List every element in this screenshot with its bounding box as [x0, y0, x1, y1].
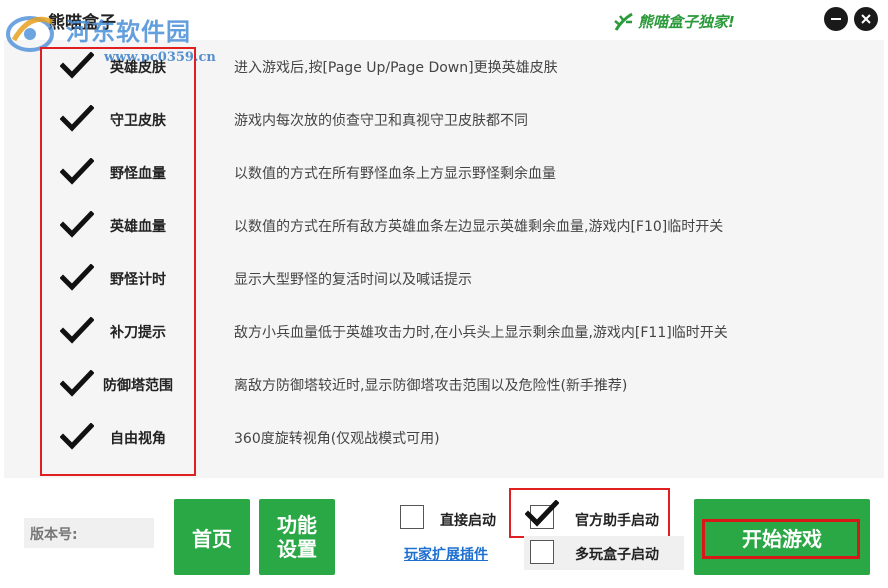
direct-launch-label: 直接启动	[440, 513, 496, 529]
watermark-site-name: 河东软件园	[66, 17, 191, 46]
bamboo-icon	[614, 12, 633, 31]
close-icon	[861, 14, 871, 24]
feature-description: 敌方小兵血量低于英雄攻击力时,在小兵头上显示剩余血量,游戏内[F11]临时开关	[234, 325, 728, 341]
feature-description: 以数值的方式在所有敌方英雄血条左边显示英雄剩余血量,游戏内[F10]临时开关	[234, 219, 724, 235]
minimize-icon	[831, 18, 841, 20]
multi-launch-label: 多玩盒子启动	[575, 547, 659, 563]
function-settings-line1: 功能	[277, 513, 317, 537]
minimize-button[interactable]	[824, 7, 848, 31]
feature-description: 360度旋转视角(仅观战模式可用)	[234, 431, 440, 447]
feature-description: 游戏内每次放的侦查守卫和真视守卫皮肤都不同	[234, 113, 528, 129]
feature-description: 以数值的方式在所有野怪血条上方显示野怪剩余血量	[234, 166, 556, 182]
multi-launch-checkbox[interactable]	[530, 540, 554, 564]
feature-description: 进入游戏后,按[Page Up/Page Down]更换英雄皮肤	[234, 60, 558, 76]
features-highlight-box	[40, 47, 196, 476]
home-button[interactable]: 首页	[174, 499, 250, 575]
player-plugins-link[interactable]: 玩家扩展插件	[404, 544, 488, 564]
exclusive-badge-text: 熊喵盒子独家!	[638, 13, 735, 31]
feature-description: 显示大型野怪的复活时间以及喊话提示	[234, 272, 472, 288]
official-launch-highlight-box	[509, 488, 670, 538]
direct-launch-checkbox[interactable]	[400, 505, 424, 529]
version-label: 版本号:	[24, 518, 154, 548]
start-game-highlight-box	[702, 519, 860, 559]
close-button[interactable]	[854, 7, 878, 31]
function-settings-button[interactable]: 功能 设置	[259, 499, 335, 575]
function-settings-line2: 设置	[277, 537, 317, 561]
feature-description: 离敌方防御塔较近时,显示防御塔攻击范围以及危险性(新手推荐)	[234, 378, 628, 394]
